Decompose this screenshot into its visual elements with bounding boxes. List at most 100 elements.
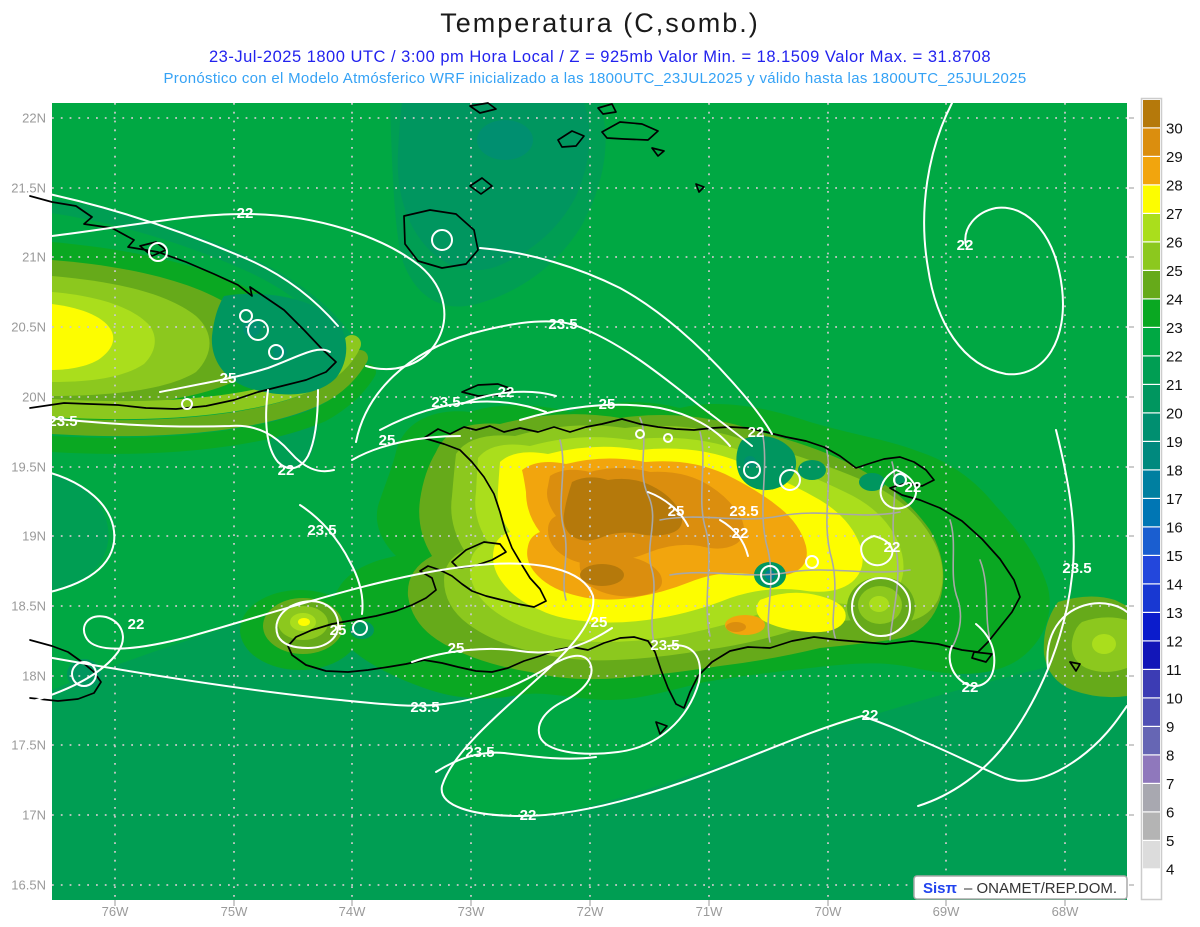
colorbar-cell	[1143, 841, 1160, 869]
colorbar-cell	[1143, 100, 1160, 128]
colorbar-level-label: 12	[1166, 634, 1183, 651]
contour-value-label: 22	[862, 707, 879, 724]
latitude-axis: 22N 21.5N 21N 20.5N 20N 19.5N 19N 18.5N 18N 17.5N…	[11, 111, 46, 893]
contour-value-label: 22	[237, 205, 254, 222]
contour-value-label: 25	[220, 370, 237, 387]
contour-value-label: 23.5	[307, 522, 336, 539]
colorbar-level-label: 11	[1166, 662, 1182, 679]
contour-value-label: 22	[128, 616, 145, 633]
contour-value-label: 22	[905, 479, 922, 496]
contour-value-label: 25	[448, 640, 465, 657]
colorbar-legend: 30 29 28 27 26 25 24 23 22 21 20 19 18 17 16 15 14 13 12 11…	[1140, 97, 1183, 901]
lat-tick-label: 17N	[22, 808, 46, 823]
contour-value-label: 25	[668, 503, 685, 520]
colorbar-cell	[1143, 470, 1160, 498]
lat-tick-label: 22N	[22, 111, 46, 126]
colorbar-cell	[1143, 869, 1160, 897]
contour-value-label: 22	[278, 462, 295, 479]
colorbar-cell	[1143, 157, 1160, 185]
lon-tick-label: 73W	[458, 904, 485, 919]
colorbar-cell	[1143, 698, 1160, 726]
watermark: Sisπ – ONAMET/REP.DOM.	[913, 875, 1128, 900]
colorbar-cell	[1143, 328, 1160, 356]
contour-value-label: 25	[379, 432, 396, 449]
subtitle-validtime: 23-Jul-2025 1800 UTC / 3:00 pm Hora Loca…	[209, 48, 991, 66]
contour-value-label: 25	[591, 614, 608, 631]
contour-value-label: 25	[330, 622, 347, 639]
lat-tick-label: 16.5N	[11, 878, 46, 893]
colorbar-cell	[1143, 670, 1160, 698]
lon-tick-label: 76W	[102, 904, 129, 919]
colorbar-level-label: 17	[1166, 491, 1183, 508]
lat-tick-label: 19N	[22, 529, 46, 544]
colorbar-level-label: 27	[1166, 206, 1183, 223]
colorbar-level-label: 23	[1166, 320, 1183, 337]
contour-value-label: 22	[498, 384, 515, 401]
colorbar-cell	[1143, 499, 1160, 527]
colorbar-level-label: 6	[1166, 805, 1174, 822]
lon-tick-label: 72W	[577, 904, 604, 919]
lat-tick-label: 19.5N	[11, 460, 46, 475]
colorbar-level-label: 4	[1166, 862, 1174, 879]
lat-tick-label: 20.5N	[11, 320, 46, 335]
contour-value-label: 22	[884, 539, 901, 556]
colorbar-level-label: 14	[1166, 577, 1183, 594]
colorbar-level-label: 18	[1166, 463, 1183, 480]
colorbar-level-label: 8	[1166, 748, 1174, 765]
lon-tick-label: 68W	[1052, 904, 1079, 919]
colorbar-cell	[1143, 613, 1160, 641]
temperature-fill-field	[52, 103, 1127, 900]
watermark-text: – ONAMET/REP.DOM.	[964, 880, 1117, 897]
lat-tick-label: 17.5N	[11, 738, 46, 753]
colorbar-level-label: 20	[1166, 406, 1183, 423]
contour-value-label: 23.5	[431, 394, 460, 411]
colorbar-cell	[1143, 727, 1160, 755]
colorbar-cell	[1143, 385, 1160, 413]
colorbar-cell	[1143, 271, 1160, 299]
contour-value-label: 22	[748, 424, 765, 441]
lat-tick-label: 18N	[22, 669, 46, 684]
longitude-axis: 76W 75W 74W 73W 72W 71W 70W 69W 68W	[102, 904, 1079, 919]
colorbar-level-label: 26	[1166, 235, 1183, 252]
lon-tick-label: 71W	[696, 904, 723, 919]
contour-value-label: 22	[732, 525, 749, 542]
colorbar-cell	[1143, 356, 1160, 384]
lon-tick-label: 75W	[221, 904, 248, 919]
subtitle-model: Pronóstico con el Modelo Atmósferico WRF…	[164, 70, 1027, 87]
colorbar-level-label: 16	[1166, 520, 1183, 537]
colorbar-level-label: 24	[1166, 292, 1183, 309]
contour-value-label: 23.5	[650, 637, 679, 654]
contour-value-label: 23.5	[48, 413, 77, 430]
contour-value-label: 22	[962, 679, 979, 696]
page-title: Temperatura (C,somb.)	[440, 8, 760, 38]
colorbar-level-label: 25	[1166, 263, 1183, 280]
contour-value-label: 23.5	[410, 699, 439, 716]
colorbar-level-label: 7	[1166, 776, 1174, 793]
colorbar-level-label: 15	[1166, 548, 1183, 565]
contour-value-label: 23.5	[548, 316, 577, 333]
contour-value-label: 22	[957, 237, 974, 254]
colorbar-cell	[1143, 299, 1160, 327]
contour-value-label: 22	[520, 807, 537, 824]
colorbar-cell	[1143, 442, 1160, 470]
colorbar-level-label: 30	[1166, 121, 1183, 138]
colorbar-level-label: 13	[1166, 605, 1183, 622]
colorbar-level-label: 9	[1166, 719, 1174, 736]
colorbar-cell	[1143, 556, 1160, 584]
colorbar-cell	[1143, 812, 1160, 840]
colorbar-cell	[1143, 584, 1160, 612]
colorbar-cell	[1143, 185, 1160, 213]
contour-value-label: 23.5	[1062, 560, 1091, 577]
colorbar-level-label: 29	[1166, 149, 1183, 166]
lon-tick-label: 74W	[339, 904, 366, 919]
colorbar-level-label: 10	[1166, 691, 1183, 708]
lat-tick-label: 21.5N	[11, 181, 46, 196]
colorbar-cell	[1143, 242, 1160, 270]
colorbar-cell	[1143, 128, 1160, 156]
colorbar-cell	[1143, 755, 1160, 783]
lat-tick-label: 18.5N	[11, 599, 46, 614]
contour-value-label: 23.5	[465, 744, 494, 761]
lon-tick-label: 69W	[933, 904, 960, 919]
colorbar-level-label: 19	[1166, 434, 1183, 451]
colorbar-level-label: 5	[1166, 833, 1174, 850]
